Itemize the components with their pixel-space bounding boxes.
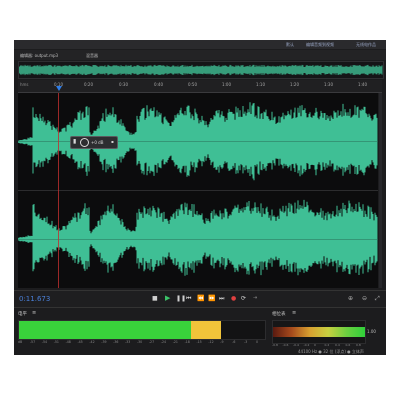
workspace-label-edit-video[interactable]: 编辑音频到视频	[306, 42, 334, 48]
overview-waveform[interactable]	[18, 61, 384, 79]
status-info: 44100 Hz ● 32 位 (浮点) ● 立体声	[298, 349, 364, 354]
play-icon[interactable]: ▶	[165, 294, 170, 302]
skip-icon[interactable]: ⇥	[253, 295, 257, 301]
current-time[interactable]: 0:11.673	[19, 295, 50, 303]
ruler-tick-label: 1:30	[324, 82, 333, 87]
volume-knob-icon[interactable]	[80, 138, 89, 147]
record-icon[interactable]: ●	[231, 295, 236, 302]
go-start-icon[interactable]: ⏮	[186, 295, 191, 303]
right-channel-wave	[18, 199, 378, 276]
overview-wave-path	[19, 64, 383, 76]
top-bar: 默认 编辑音频到视频 无线电作品	[14, 40, 386, 49]
level-scale-label: -30	[137, 340, 143, 344]
level-meter	[18, 320, 266, 340]
loop-icon[interactable]: ⟳	[241, 295, 246, 302]
workspace-label-default[interactable]: 默认	[286, 42, 294, 48]
level-scale-label: -18	[184, 340, 190, 344]
pause-icon[interactable]: ❚❚	[176, 295, 186, 302]
ruler-tick-label: 1:00	[222, 82, 231, 87]
level-scale-label: -51	[53, 340, 59, 344]
level-scale-label: -42	[89, 340, 95, 344]
stop-icon[interactable]: ■	[152, 295, 158, 302]
phase-scale-label: -0.2	[303, 343, 310, 347]
phase-scale-label: 0	[314, 343, 316, 347]
level-scale-label: -45	[77, 340, 83, 344]
phase-scale-label: -0.6	[282, 343, 289, 347]
level-scale-label: -12	[208, 340, 214, 344]
overview-wave-graphic	[19, 64, 383, 76]
level-scale-label: -27	[148, 340, 155, 344]
zoom-in-icon[interactable]: ⊕	[348, 295, 353, 302]
go-end-icon[interactable]: ⏭	[219, 295, 224, 303]
ruler-tick-label: 0:50	[188, 82, 197, 87]
phase-meter-scale: -0.8 -0.6 -0.4 -0.2 0 0.2 0.4 0.6 0.8	[272, 343, 364, 348]
phase-meter	[272, 320, 366, 344]
zoom-fit-icon[interactable]: ⤢	[375, 295, 380, 303]
level-scale-label: -57	[29, 340, 36, 344]
level-scale-label: -54	[41, 340, 48, 344]
volume-value: +0 dB	[91, 140, 104, 145]
phase-meter-gradient	[273, 327, 365, 337]
level-scale-label: -9	[220, 340, 224, 344]
level-scale-label: -48	[65, 340, 71, 344]
level-scale-label: -15	[196, 340, 202, 344]
playhead-line	[58, 93, 59, 288]
phase-scale-label: 0.8	[356, 343, 361, 347]
phase-scale-label: 0.4	[335, 343, 340, 347]
phase-value: 1.00	[367, 329, 376, 334]
ruler-unit-label: hms	[20, 82, 29, 87]
tab-editor-file[interactable]: 编辑器: output.mp3	[20, 53, 58, 59]
level-meter-yellow-fill	[191, 321, 221, 339]
level-scale-label: -39	[101, 340, 107, 344]
level-panel-menu-icon[interactable]: ≡	[32, 310, 36, 316]
level-scale-label: -33	[125, 340, 131, 344]
stereo-waveform-graphic	[18, 102, 378, 276]
ruler-tick-label: 0:40	[154, 82, 163, 87]
transport-bar: 0:11.673 ■ ▶ ❚❚ ⏮ ⏪ ⏩ ⏭ ● ⟳ ⇥ ⊕ ⊖ ⤢	[14, 290, 386, 307]
volume-hud[interactable]: ▮ +0 dB ▪	[70, 136, 118, 149]
ruler-tick-label: 1:20	[290, 82, 299, 87]
phase-panel-title: 相位表	[272, 312, 286, 317]
level-scale-label: -36	[113, 340, 119, 344]
vertical-scrollbar[interactable]	[379, 93, 382, 288]
time-ruler[interactable]: hms 0:10 0:20 0:30 0:40 0:50 1:00 1:10 1…	[18, 80, 382, 93]
bar-chart-icon: ▮	[73, 138, 77, 145]
phase-scale-label: 0.2	[324, 343, 330, 347]
level-scale-label: -21	[172, 340, 178, 344]
editor-tabs: 编辑器: output.mp3 混音器	[14, 50, 386, 60]
level-scale-label: dB	[18, 340, 23, 344]
phase-scale-label: 0.6	[345, 343, 351, 347]
ruler-tick-label: 1:10	[256, 82, 265, 87]
ruler-tick-label: 1:40	[358, 82, 367, 87]
phase-panel-menu-icon[interactable]: ≡	[292, 310, 296, 316]
level-scale-label: 0	[256, 340, 259, 344]
level-scale-label: -3	[244, 340, 248, 344]
phase-scale-label: -0.4	[293, 343, 299, 347]
fast-forward-icon[interactable]: ⏩	[208, 295, 215, 302]
zoom-out-icon[interactable]: ⊖	[362, 295, 367, 302]
playhead-marker[interactable]	[56, 86, 62, 91]
level-scale-label: -24	[160, 340, 167, 344]
hud-pin-icon[interactable]: ▪	[111, 139, 114, 144]
level-panel-title: 电平	[18, 312, 27, 317]
level-meter-scale: dB -57 -54 -51 -48 -45 -42 -39 -36 -33 -30 -27 -24 -2…	[18, 340, 264, 345]
phase-scale-label: -0.8	[272, 343, 278, 347]
tab-mixer[interactable]: 混音器	[86, 53, 98, 59]
level-scale-label: -6	[232, 340, 236, 344]
rewind-icon[interactable]: ⏪	[197, 295, 204, 302]
level-meter-green-fill	[19, 321, 192, 339]
ruler-tick-label: 0:20	[84, 82, 93, 87]
workspace-label-radio[interactable]: 无线电作品	[356, 42, 376, 48]
ruler-tick-label: 0:30	[119, 82, 128, 87]
waveform-display[interactable]	[18, 93, 378, 288]
